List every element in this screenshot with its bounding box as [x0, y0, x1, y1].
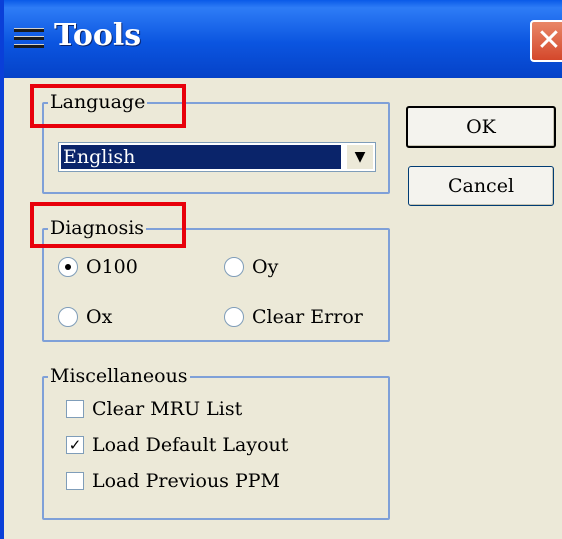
language-select[interactable]: English ▼	[58, 142, 376, 172]
diagnosis-highlight-box	[30, 202, 186, 248]
checkbox-label: Load Previous PPM	[92, 470, 280, 492]
radio-o100[interactable]: O100	[58, 256, 138, 278]
close-button[interactable]: ✕	[530, 20, 562, 62]
checkbox-label: Load Default Layout	[92, 434, 289, 456]
checkbox-load-previous-ppm[interactable]: Load Previous PPM	[66, 470, 280, 492]
menu-icon[interactable]	[14, 28, 44, 50]
title-bar[interactable]: Tools ✕	[4, 0, 562, 78]
checkmark-icon[interactable]: ✓	[66, 436, 84, 454]
radio-label: Clear Error	[252, 306, 363, 328]
radio-ox[interactable]: Ox	[58, 306, 112, 328]
window-title: Tools	[54, 18, 142, 53]
checkbox-icon[interactable]	[66, 400, 84, 418]
chevron-down-icon[interactable]: ▼	[347, 145, 373, 169]
radio-oy[interactable]: Oy	[224, 256, 278, 278]
language-highlight-box	[30, 84, 186, 128]
radio-icon[interactable]	[224, 257, 244, 277]
tools-dialog: Tools ✕ Language English ▼ Diagnosis O10…	[0, 0, 562, 539]
cancel-button[interactable]: Cancel	[408, 166, 554, 206]
ok-button[interactable]: OK	[406, 106, 556, 148]
language-selected-value: English	[60, 144, 342, 170]
miscellaneous-legend: Miscellaneous	[48, 364, 190, 388]
radio-label: Ox	[86, 306, 113, 328]
checkbox-clear-mru-list[interactable]: Clear MRU List	[66, 398, 242, 420]
checkbox-label: Clear MRU List	[92, 398, 243, 420]
checkbox-load-default-layout[interactable]: ✓ Load Default Layout	[66, 434, 288, 456]
checkbox-icon[interactable]	[66, 472, 84, 490]
radio-icon[interactable]	[224, 307, 244, 327]
radio-label: Oy	[252, 256, 279, 278]
radio-label: O100	[86, 256, 138, 278]
radio-clear-error[interactable]: Clear Error	[224, 306, 363, 328]
radio-icon[interactable]	[58, 307, 78, 327]
radio-selected-icon[interactable]	[58, 257, 78, 277]
